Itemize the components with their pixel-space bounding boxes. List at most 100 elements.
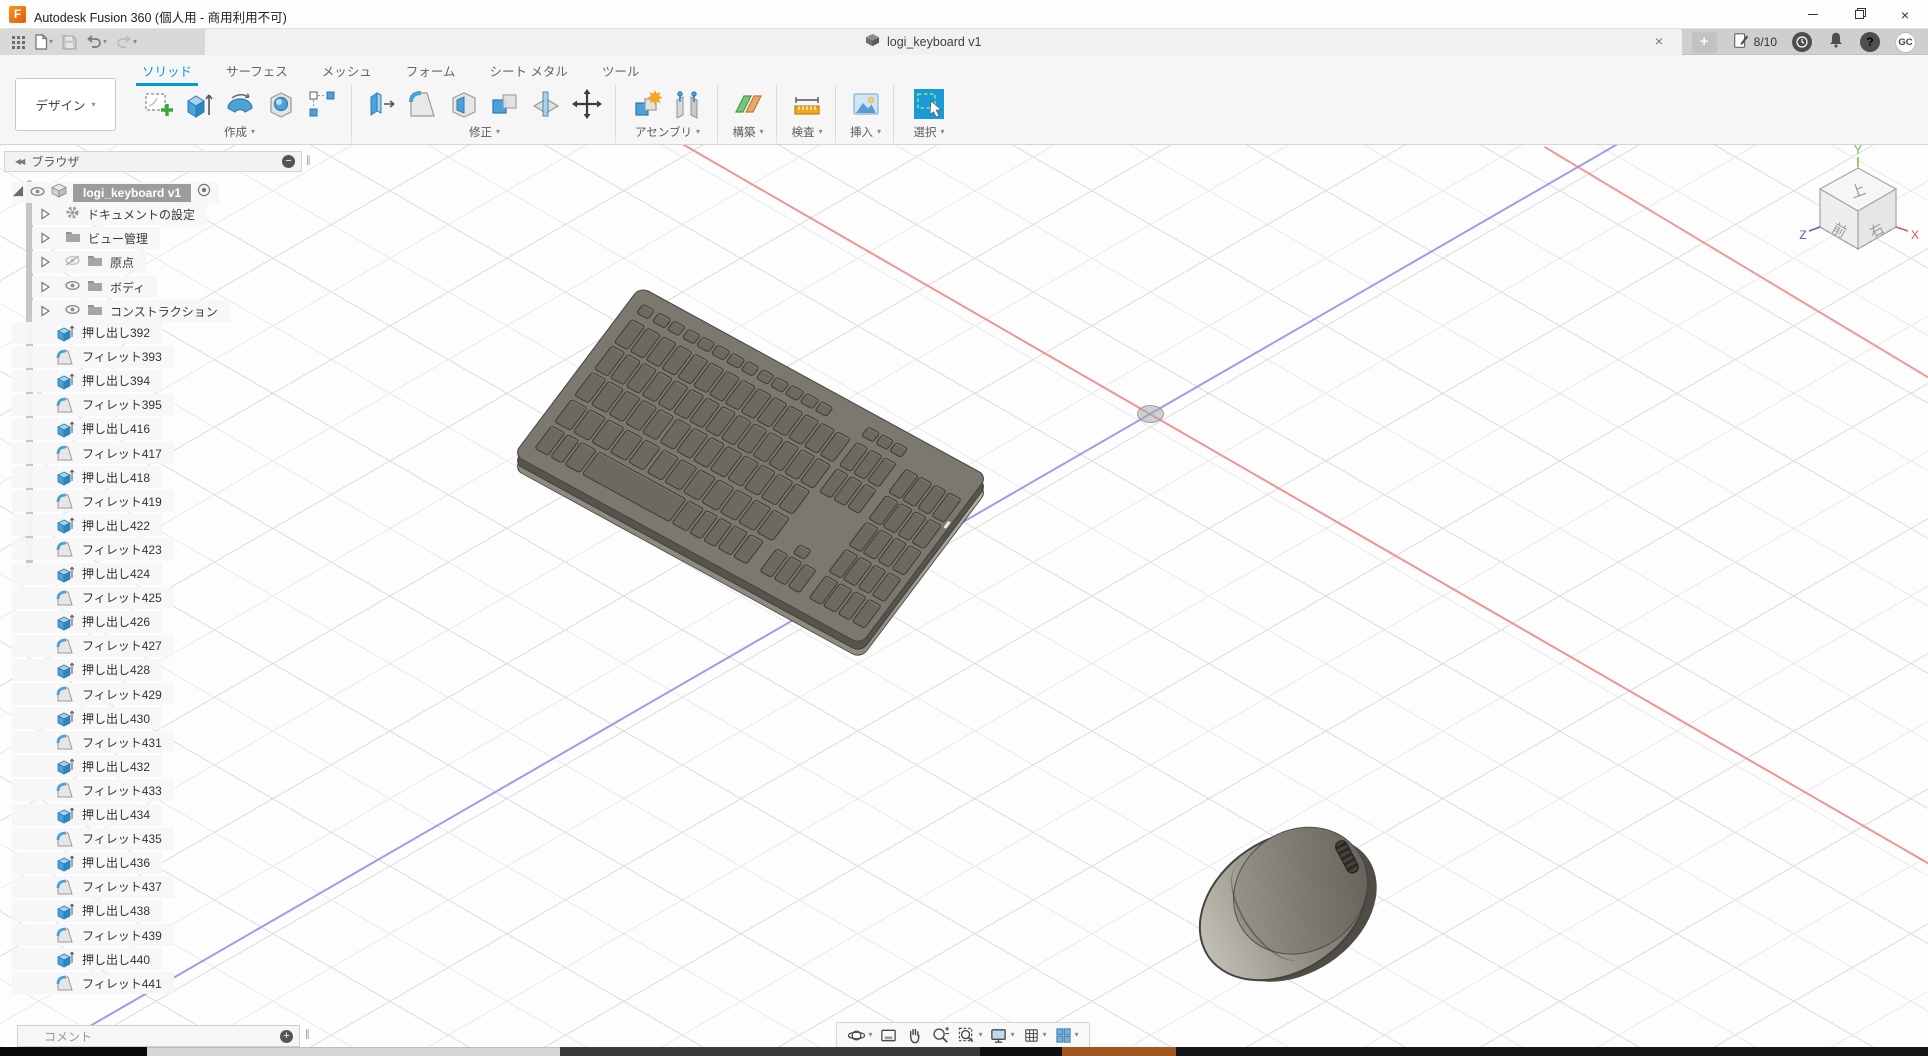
browser-root-item[interactable]: logi_keyboard v1 — [12, 182, 219, 203]
closed-triangle-icon[interactable] — [32, 232, 58, 244]
extrude-icon[interactable] — [180, 86, 218, 122]
ribbon-tab-6[interactable]: ツール — [600, 59, 642, 86]
ribbon-group-label[interactable]: 検査 — [779, 124, 835, 140]
new-component-icon[interactable] — [628, 86, 666, 122]
measure-icon[interactable] — [788, 86, 826, 122]
eye-icon[interactable] — [65, 304, 80, 318]
save-icon[interactable] — [62, 35, 77, 50]
help-icon[interactable]: ? — [1860, 32, 1880, 52]
closed-triangle-icon[interactable] — [32, 305, 58, 317]
feature-item[interactable]: フィレット395 — [12, 394, 174, 416]
browser-node[interactable]: ビュー管理 — [32, 227, 160, 249]
feature-item[interactable]: フィレット431 — [12, 731, 174, 753]
create-sketch-icon[interactable] — [139, 86, 177, 122]
feature-item[interactable]: 押し出し440 — [12, 948, 162, 970]
feature-item[interactable]: 押し出し438 — [12, 900, 162, 922]
redo-icon[interactable] — [116, 35, 137, 49]
browser-node[interactable]: 原点 — [32, 251, 146, 273]
move-icon[interactable] — [568, 86, 606, 122]
hole-icon[interactable] — [262, 86, 300, 122]
feature-item[interactable]: 押し出し424 — [12, 563, 162, 585]
fillet-icon[interactable] — [404, 86, 442, 122]
press-pull-icon[interactable] — [363, 86, 401, 122]
collapse-panel-icon[interactable]: ◀◀ — [15, 157, 23, 166]
clock-icon[interactable] — [1792, 32, 1812, 52]
comment-resize-handle[interactable]: ∥ — [305, 1029, 310, 1040]
document-tab[interactable]: logi_keyboard v1 × — [205, 29, 1682, 55]
orbit-icon[interactable] — [846, 1025, 873, 1046]
ribbon-tab-3[interactable]: メッシュ — [320, 59, 374, 86]
panel-minus-icon[interactable]: − — [282, 155, 295, 168]
feature-item[interactable]: フィレット427 — [12, 635, 174, 657]
display-settings-icon[interactable] — [988, 1025, 1015, 1046]
feature-item[interactable]: フィレット417 — [12, 442, 174, 464]
fit-icon[interactable] — [956, 1025, 983, 1046]
ribbon-group-label[interactable]: 挿入 — [838, 124, 893, 140]
look-at-icon[interactable] — [878, 1025, 899, 1046]
joint-icon[interactable] — [669, 86, 707, 122]
closed-triangle-icon[interactable] — [32, 208, 58, 220]
zoom-icon[interactable] — [930, 1025, 951, 1046]
ribbon-group-label[interactable]: 選択 — [896, 124, 962, 140]
closed-triangle-icon[interactable] — [32, 256, 58, 268]
feature-item[interactable]: フィレット435 — [12, 828, 174, 850]
pan-icon[interactable] — [904, 1025, 925, 1046]
split-body-icon[interactable] — [527, 86, 565, 122]
origin-marker[interactable] — [1137, 405, 1164, 423]
activate-radio-icon[interactable] — [197, 183, 211, 202]
feature-item[interactable]: 押し出し392 — [12, 322, 162, 344]
eye-icon[interactable] — [30, 184, 45, 202]
add-comment-icon[interactable]: + — [280, 1030, 293, 1043]
eye-off-icon[interactable] — [65, 255, 80, 269]
ribbon-tab-4[interactable]: フォーム — [404, 59, 458, 86]
comment-bar[interactable]: コメント + — [17, 1025, 300, 1047]
close-icon[interactable]: × — [1882, 0, 1928, 29]
select-icon[interactable] — [910, 86, 948, 122]
feature-item[interactable]: 押し出し430 — [12, 707, 162, 729]
browser-root-label[interactable]: logi_keyboard v1 — [73, 184, 191, 202]
revolve-icon[interactable] — [221, 86, 259, 122]
ribbon-group-label[interactable]: 構築 — [720, 124, 776, 140]
view-cube[interactable]: Y 上 前 右 Z X — [1795, 136, 1925, 266]
feature-item[interactable]: フィレット437 — [12, 876, 174, 898]
ribbon-group-label[interactable]: アセンブリ — [618, 124, 717, 140]
feature-item[interactable]: フィレット423 — [12, 538, 174, 560]
browser-node[interactable]: ボディ — [32, 276, 157, 298]
file-new-icon[interactable] — [34, 34, 53, 50]
feature-item[interactable]: フィレット439 — [12, 924, 174, 946]
feature-item[interactable]: 押し出し418 — [12, 466, 162, 488]
undo-icon[interactable] — [86, 35, 107, 49]
job-status-badge[interactable]: 8/10 — [1732, 32, 1777, 53]
feature-item[interactable]: 押し出し434 — [12, 804, 162, 826]
grid-settings-icon[interactable] — [1021, 1025, 1048, 1046]
avatar[interactable]: GC — [1895, 32, 1916, 53]
feature-item[interactable]: フィレット429 — [12, 683, 174, 705]
feature-item[interactable]: フィレット393 — [12, 346, 174, 368]
feature-item[interactable]: フィレット433 — [12, 779, 174, 801]
maximize-icon[interactable] — [1836, 0, 1882, 29]
feature-item[interactable]: 押し出し428 — [12, 659, 162, 681]
pattern-icon[interactable] — [303, 86, 341, 122]
notifications-bell-icon[interactable] — [1827, 31, 1845, 54]
feature-item[interactable]: 押し出し426 — [12, 611, 162, 633]
feature-item[interactable]: フィレット441 — [12, 972, 174, 994]
minimize-icon[interactable] — [1790, 0, 1836, 29]
new-tab-button[interactable]: + — [1692, 32, 1717, 53]
feature-item[interactable]: 押し出し416 — [12, 418, 162, 440]
expanded-triangle-icon[interactable] — [12, 184, 24, 202]
feature-item[interactable]: 押し出し432 — [12, 755, 162, 777]
construction-plane-icon[interactable] — [729, 86, 767, 122]
feature-item[interactable]: 押し出し436 — [12, 852, 162, 874]
app-grid-icon[interactable] — [12, 36, 25, 49]
ribbon-tab-5[interactable]: シート メタル — [487, 59, 569, 86]
feature-item[interactable]: 押し出し394 — [12, 370, 162, 392]
feature-item[interactable]: フィレット425 — [12, 587, 174, 609]
ribbon-tab-2[interactable]: サーフェス — [224, 59, 290, 86]
eye-icon[interactable] — [65, 280, 80, 294]
ribbon-group-label[interactable]: 作成 — [128, 124, 351, 140]
browser-node[interactable]: コンストラクション — [32, 300, 230, 322]
tab-close-icon[interactable]: × — [1650, 33, 1668, 51]
combine-icon[interactable] — [486, 86, 524, 122]
ribbon-group-label[interactable]: 修正 — [354, 124, 615, 140]
workspace-selector[interactable]: デザイン — [15, 78, 116, 131]
